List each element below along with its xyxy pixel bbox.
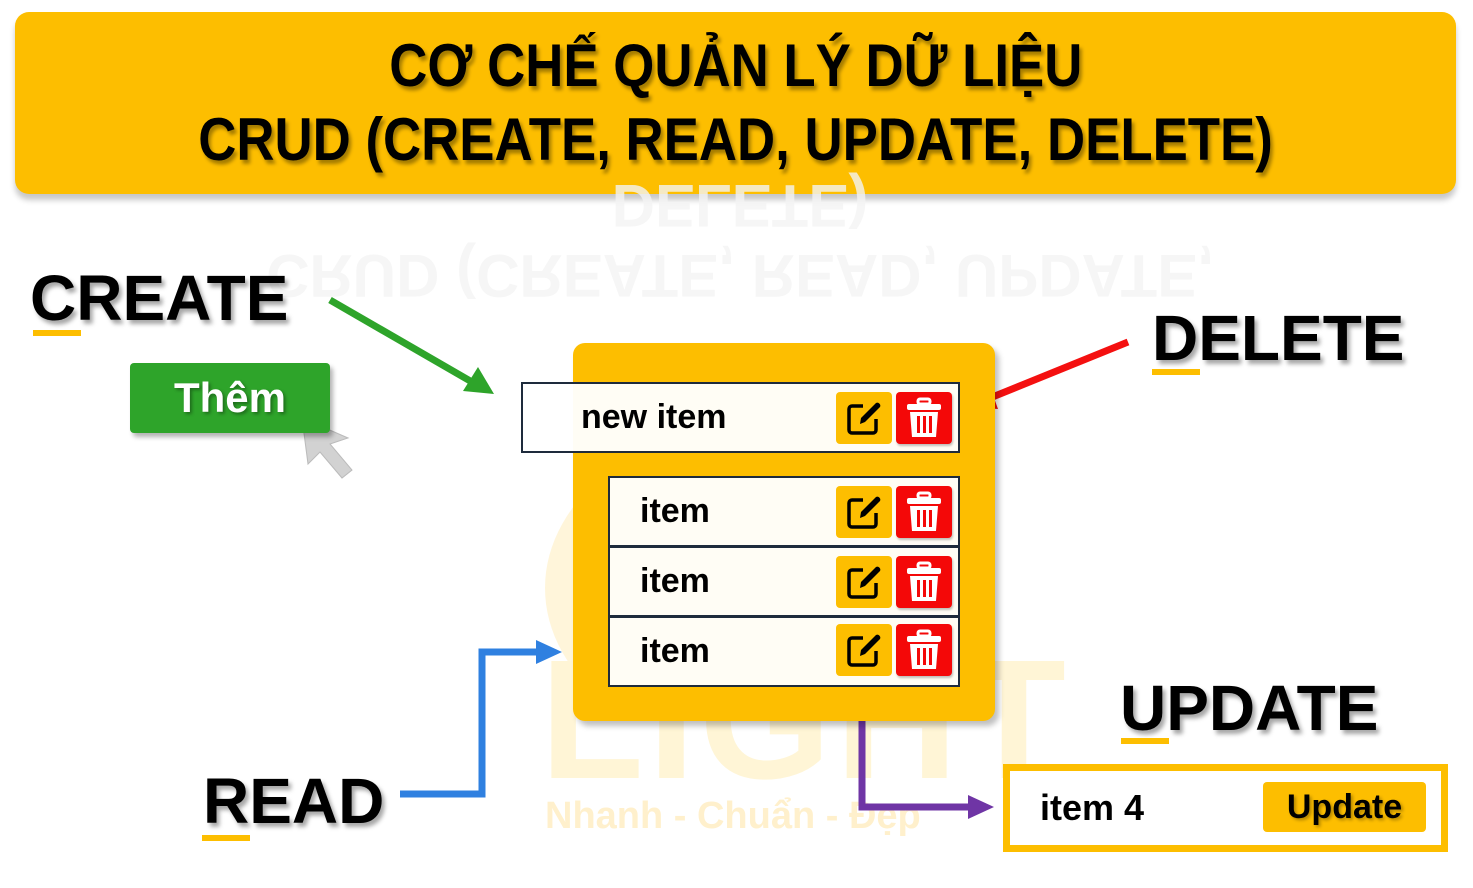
list-item: item (608, 546, 960, 617)
trash-icon (907, 561, 941, 601)
create-underline (33, 330, 81, 336)
edit-icon (847, 496, 881, 529)
list-item-text: item (640, 632, 710, 670)
trash-icon (907, 629, 941, 669)
trash-icon (907, 491, 941, 531)
read-label: READ (203, 765, 385, 837)
update-label: UPDATE (1120, 672, 1379, 744)
new-item-row: new item (521, 382, 960, 453)
delete-button[interactable] (896, 556, 952, 608)
delete-underline (1152, 369, 1200, 375)
delete-button[interactable] (896, 392, 952, 444)
edit-icon (847, 566, 881, 599)
update-button[interactable]: Update (1263, 782, 1426, 832)
update-form: item 4 Update (1003, 764, 1448, 852)
list-item-text: item (640, 562, 710, 600)
trash-icon (907, 397, 941, 437)
edit-button[interactable] (836, 486, 892, 538)
delete-button[interactable] (896, 486, 952, 538)
edit-icon (847, 402, 881, 435)
list-item-text: item (640, 492, 710, 530)
new-item-text: new item (581, 398, 727, 436)
edit-icon (847, 634, 881, 667)
edit-button[interactable] (836, 392, 892, 444)
add-button[interactable]: Thêm (130, 363, 330, 433)
create-arrow (328, 296, 494, 394)
edit-button[interactable] (836, 556, 892, 608)
delete-button[interactable] (896, 624, 952, 676)
create-label: CREATE (30, 262, 289, 334)
read-underline (202, 835, 250, 841)
update-input[interactable]: item 4 (1040, 787, 1144, 829)
edit-button[interactable] (836, 624, 892, 676)
list-item: item (608, 476, 960, 547)
list-item: item (608, 616, 960, 687)
read-arrow (400, 640, 562, 798)
delete-label: DELETE (1152, 302, 1405, 374)
update-underline (1121, 738, 1169, 744)
